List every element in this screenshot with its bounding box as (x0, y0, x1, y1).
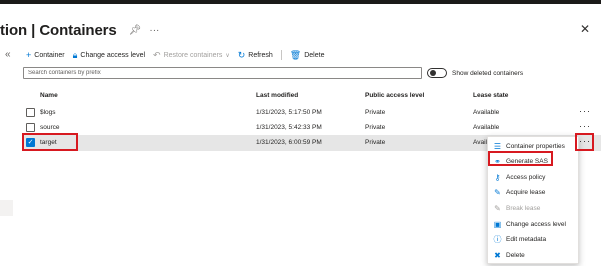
add-container-button[interactable]: + Container (26, 49, 65, 60)
plus-icon: + (26, 49, 32, 60)
toolbar: + Container 🔒︎ Change access level ↶ Res… (26, 48, 332, 62)
left-panel-edge (0, 200, 13, 216)
column-header-lease-state[interactable]: Lease state (473, 92, 508, 99)
container-name[interactable]: source (40, 124, 60, 131)
page-title: tion | Containers (0, 21, 117, 39)
row-more-icon[interactable]: ··· (579, 121, 591, 131)
delete-button[interactable]: 🗑︎ Delete (289, 49, 325, 60)
menu-item-delete[interactable]: ✖ Delete (488, 248, 580, 263)
show-deleted-toggle[interactable] (427, 68, 447, 78)
container-name[interactable]: $logs (40, 109, 56, 116)
last-modified: 1/31/2023, 5:42:33 PM (256, 124, 322, 131)
refresh-button[interactable]: ↻ Refresh (237, 49, 273, 60)
refresh-icon: ↻ (237, 49, 246, 60)
menu-item-break-lease[interactable]: ✎ Break lease (488, 201, 580, 216)
restore-containers-button[interactable]: ↶ Restore containers ∨ (153, 49, 230, 60)
toggle-knob (430, 70, 436, 76)
column-header-name[interactable]: Name (40, 92, 58, 99)
row-more-icon[interactable]: ··· (579, 106, 591, 116)
delete-label: Delete (304, 51, 325, 59)
lock-icon: 🔒︎ (72, 49, 78, 60)
access-level: Private (365, 109, 386, 116)
menu-item-access-policy[interactable]: ⚷ Access policy (488, 170, 580, 185)
lease-state: Available (473, 124, 500, 131)
menu-item-label: Break lease (506, 205, 541, 212)
refresh-label: Refresh (248, 51, 273, 59)
table-row[interactable]: source 1/31/2023, 5:42:33 PM Private Ava… (22, 120, 601, 136)
key-icon: ⚷ (494, 172, 501, 182)
access-level: Private (365, 139, 386, 146)
add-container-label: Container (34, 51, 65, 59)
column-header-last-modified[interactable]: Last modified (256, 92, 298, 99)
change-access-level-button[interactable]: 🔒︎ Change access level (72, 49, 146, 60)
column-header-access-level[interactable]: Public access level (365, 92, 424, 99)
lease-state: Available (473, 109, 500, 116)
menu-item-edit-metadata[interactable]: ⓘ Edit metadata (488, 232, 580, 247)
trash-icon: 🗑︎ (289, 49, 302, 60)
menu-item-label: Edit metadata (506, 236, 547, 243)
trash-icon: ✖ (494, 250, 501, 260)
info-icon: ⓘ (493, 234, 502, 244)
close-icon[interactable]: ✕ (580, 22, 590, 36)
last-modified: 1/31/2023, 6:00:59 PM (256, 139, 322, 146)
table-row[interactable]: $logs 1/31/2023, 5:17:50 PM Private Avai… (22, 105, 601, 121)
row-checkbox[interactable] (26, 108, 35, 117)
menu-item-label: Change access level (506, 221, 566, 228)
more-icon[interactable]: ··· (149, 25, 159, 36)
top-bar (0, 0, 601, 4)
chevron-down-icon: ∨ (225, 52, 230, 59)
page-header: tion | Containers 📌︎ ··· (0, 20, 159, 40)
collapse-sidebar-icon[interactable]: « (5, 49, 11, 60)
toolbar-divider (280, 50, 282, 60)
search-input[interactable] (23, 67, 422, 79)
highlight-generate-sas (488, 151, 553, 166)
undo-icon: ↶ (153, 49, 161, 60)
show-deleted-label: Show deleted containers (452, 69, 524, 77)
show-deleted-toggle-group: Show deleted containers (427, 68, 523, 78)
menu-item-label: Acquire lease (506, 189, 546, 196)
properties-icon: ☰ (493, 141, 502, 151)
pin-icon[interactable]: 📌︎ (129, 25, 142, 36)
restore-label: Restore containers (163, 51, 223, 59)
last-modified: 1/31/2023, 5:17:50 PM (256, 109, 322, 116)
access-level: Private (365, 124, 386, 131)
menu-item-label: Access policy (506, 174, 546, 181)
change-access-label: Change access level (80, 51, 146, 59)
break-lease-icon: ✎ (494, 203, 501, 213)
lease-icon: ✎ (494, 187, 501, 197)
highlight-more-button (575, 133, 594, 151)
menu-item-label: Container properties (506, 143, 565, 150)
menu-item-acquire-lease[interactable]: ✎ Acquire lease (488, 185, 580, 200)
lock-icon: ▣ (493, 219, 502, 229)
highlight-target-row (22, 133, 78, 151)
menu-item-change-access-level[interactable]: ▣ Change access level (488, 217, 580, 232)
row-checkbox[interactable] (26, 123, 35, 132)
menu-item-label: Delete (506, 252, 525, 259)
